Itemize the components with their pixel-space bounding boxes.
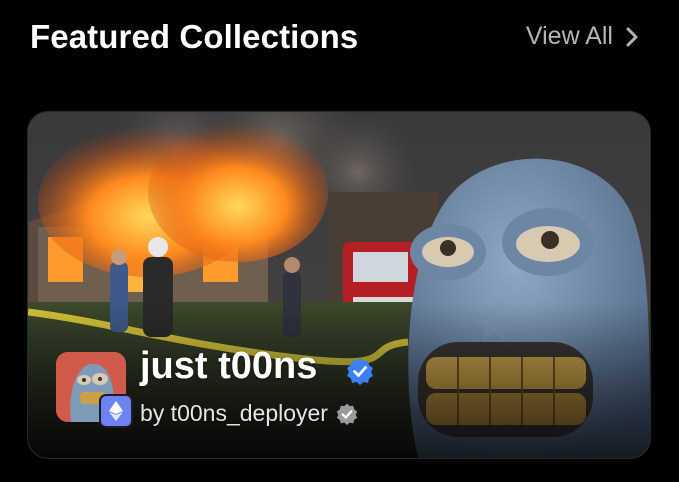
creator-verified-badge-icon bbox=[336, 403, 358, 425]
view-all-link[interactable]: View All bbox=[526, 22, 639, 51]
ethereum-icon bbox=[109, 401, 123, 421]
creator-row[interactable]: by t00ns_deployer bbox=[140, 400, 358, 427]
section-header: Featured Collections View All bbox=[0, 0, 679, 80]
ethereum-chain-badge bbox=[99, 394, 133, 428]
creator-name: by t00ns_deployer bbox=[140, 400, 328, 426]
featured-collection-card[interactable]: just t00ns by t00ns_deployer bbox=[28, 112, 650, 458]
collection-name[interactable]: just t00ns bbox=[140, 345, 317, 388]
view-all-label: View All bbox=[525, 22, 613, 50]
verified-badge-icon bbox=[347, 358, 373, 385]
chevron-right-icon bbox=[626, 27, 638, 46]
section-title: Featured Collections bbox=[30, 18, 359, 55]
